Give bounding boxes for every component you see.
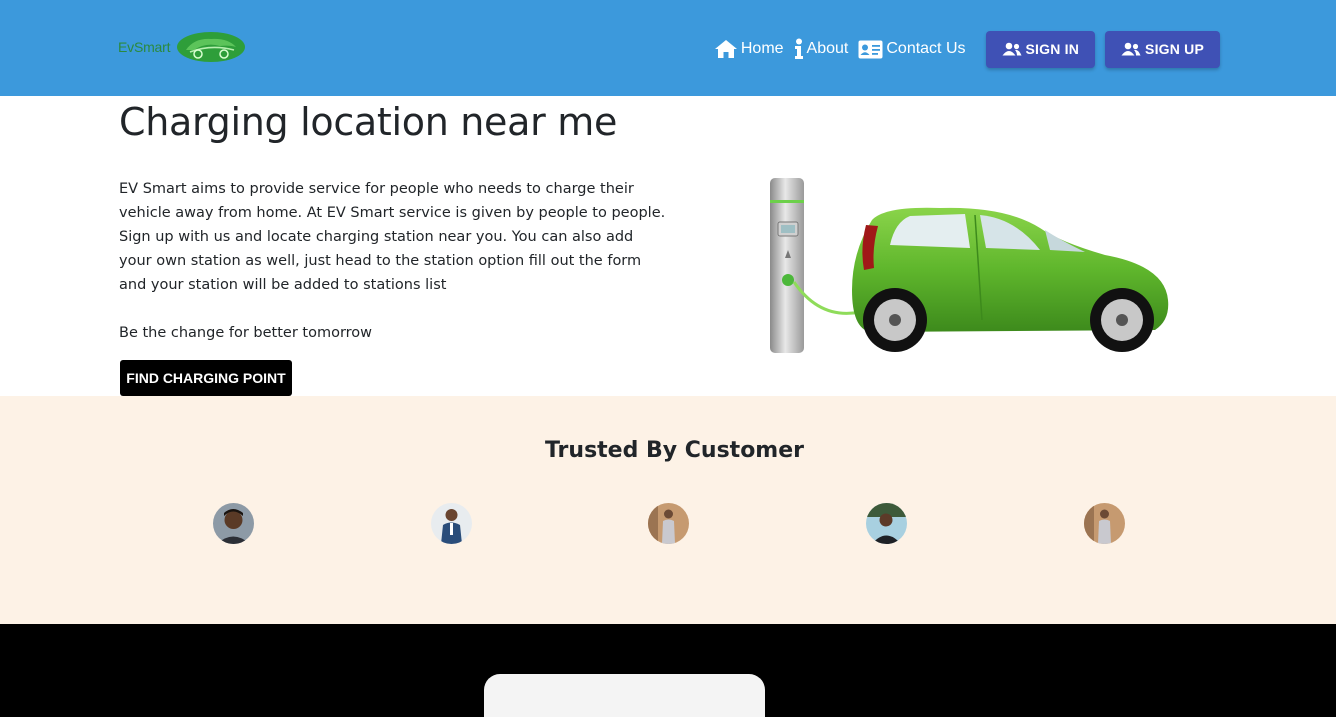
customer-avatar-2 xyxy=(431,503,472,544)
footer-card xyxy=(484,674,765,717)
sign-in-button[interactable]: SIGN IN xyxy=(985,30,1096,68)
nav-about-link[interactable]: About xyxy=(794,38,849,60)
nav-about-label: About xyxy=(806,40,849,57)
home-icon xyxy=(714,40,737,58)
customer-avatar-5 xyxy=(1084,503,1125,544)
nav-home-label: Home xyxy=(740,40,784,57)
nav-links: Home About Contact Us SIGN IN SIGN UP xyxy=(714,30,1220,68)
page-title: Charging location near me xyxy=(119,100,618,144)
customer-avatar-4 xyxy=(866,503,907,544)
sign-in-label: SIGN IN xyxy=(1025,41,1080,57)
car-leaf-logo-icon xyxy=(177,32,246,62)
contact-card-icon xyxy=(858,40,883,58)
customer-avatar-3 xyxy=(648,503,689,544)
ev-charging-car-image xyxy=(770,178,1169,353)
nav-home-link[interactable]: Home xyxy=(714,39,784,59)
find-charging-point-button[interactable]: FIND CHARGING POINT xyxy=(120,360,292,396)
trusted-title: Trusted By Customer xyxy=(544,438,805,463)
footer xyxy=(0,624,1336,717)
sign-up-button[interactable]: SIGN UP xyxy=(1105,30,1220,68)
navbar: EvSmart Home About Contact Us SIGN IN SI… xyxy=(0,0,1336,96)
hero-tagline: Be the change for better tomorrow xyxy=(119,325,373,341)
trusted-section: Trusted By Customer xyxy=(0,396,1336,624)
brand-name: EvSmart xyxy=(118,39,171,55)
users-icon xyxy=(1002,42,1021,56)
sign-up-label: SIGN UP xyxy=(1145,41,1204,57)
nav-contact-label: Contact Us xyxy=(886,40,966,57)
nav-contact-link[interactable]: Contact Us xyxy=(858,40,966,59)
brand-logo-link[interactable]: EvSmart xyxy=(118,30,246,64)
hero-description: EV Smart aims to provide service for peo… xyxy=(119,181,666,293)
users-icon xyxy=(1121,42,1141,56)
customer-avatar-1 xyxy=(213,503,254,544)
info-icon xyxy=(794,38,803,59)
